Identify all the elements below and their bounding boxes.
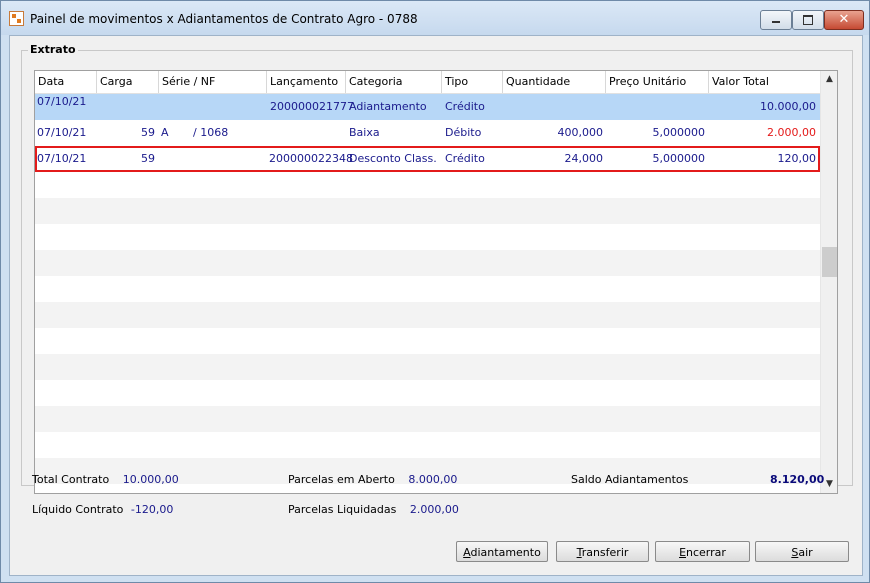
column-header-preco-unitario[interactable]: Preço Unitário	[606, 71, 709, 93]
encerrar-mnemonic: E	[679, 546, 687, 559]
cell-categoria: Desconto Class.	[349, 152, 437, 165]
grid-header: Data Carga Série / NF Lançamento Categor…	[35, 71, 820, 94]
table-row[interactable]: 07/10/21 200000021777 Adiantamento Crédi…	[35, 94, 820, 120]
dialog-body: Extrato Data Carga Série / NF Lançamento…	[9, 35, 863, 576]
total-contrato-value: 10.000,00	[122, 473, 179, 486]
cell-carga: 59	[141, 152, 155, 165]
vertical-scrollbar[interactable]: ▲ ▼	[820, 71, 837, 493]
cell-categoria: Baixa	[349, 126, 380, 139]
empty-row	[35, 432, 820, 458]
app-icon	[9, 11, 24, 26]
parcelas-liquidadas: Parcelas Liquidadas 2.000,00	[288, 503, 459, 516]
cell-valor-total: 2.000,00	[767, 126, 816, 139]
empty-row	[35, 172, 820, 198]
sair-label: air	[798, 546, 813, 559]
cell-quantidade: 24,000	[564, 152, 604, 165]
parcelas-liquidadas-value: 2.000,00	[409, 503, 459, 516]
cell-data: 07/10/21	[37, 95, 87, 108]
column-header-data[interactable]: Data	[35, 71, 97, 93]
parcelas-liquidadas-label: Parcelas Liquidadas	[288, 503, 397, 516]
maximize-icon	[803, 15, 813, 25]
window-title: Painel de movimentos x Adiantamentos de …	[30, 12, 418, 26]
minimize-button[interactable]	[760, 10, 792, 30]
maximize-button[interactable]	[792, 10, 824, 30]
column-header-lancamento[interactable]: Lançamento	[267, 71, 346, 93]
adiantamento-label: diantamento	[470, 546, 541, 559]
total-contrato-label: Total Contrato	[32, 473, 110, 486]
cell-lancamento: 200000022348	[269, 152, 353, 165]
liquido-contrato: Líquido Contrato -120,00	[32, 503, 173, 516]
cell-nf: / 1068	[193, 126, 229, 139]
empty-row	[35, 354, 820, 380]
grid-rows: 07/10/21 200000021777 Adiantamento Crédi…	[35, 94, 820, 484]
empty-row	[35, 276, 820, 302]
window: Painel de movimentos x Adiantamentos de …	[0, 0, 870, 583]
title-bar[interactable]: Painel de movimentos x Adiantamentos de …	[1, 1, 869, 35]
close-icon: ✕	[838, 12, 850, 27]
table-row[interactable]: 07/10/21 59 A / 1068 Baixa Débito 400,00…	[35, 120, 820, 146]
scroll-thumb[interactable]	[822, 247, 837, 277]
cell-tipo: Crédito	[445, 152, 485, 165]
scroll-up-icon[interactable]: ▲	[821, 71, 837, 88]
column-header-serie-nf[interactable]: Série / NF	[159, 71, 267, 93]
parcelas-aberto-label: Parcelas em Aberto	[288, 473, 395, 486]
table-row-highlighted[interactable]: 07/10/21 59 200000022348 Desconto Class.…	[35, 146, 820, 172]
close-button[interactable]: ✕	[824, 10, 864, 30]
encerrar-button[interactable]: Encerrar	[655, 541, 750, 562]
cell-quantidade: 400,000	[557, 126, 604, 139]
saldo-adiantamentos-value: 8.120,00	[770, 473, 825, 486]
column-header-valor-total[interactable]: Valor Total	[709, 71, 820, 93]
cell-preco-unitario: 5,000000	[652, 126, 706, 139]
adiantamento-button[interactable]: Adiantamento	[456, 541, 548, 562]
empty-row	[35, 328, 820, 354]
cell-data: 07/10/21	[37, 126, 87, 139]
empty-row	[35, 250, 820, 276]
transferir-button[interactable]: Transferir	[556, 541, 649, 562]
encerrar-label: ncerrar	[686, 546, 726, 559]
column-header-tipo[interactable]: Tipo	[442, 71, 503, 93]
liquido-contrato-value: -120,00	[130, 503, 174, 516]
cell-data: 07/10/21	[37, 152, 87, 165]
transferir-label: ransferir	[581, 546, 629, 559]
cell-preco-unitario: 5,000000	[652, 152, 706, 165]
cell-tipo: Crédito	[445, 100, 485, 113]
minimize-icon	[772, 21, 780, 23]
liquido-contrato-label: Líquido Contrato	[32, 503, 124, 516]
cell-valor-total: 120,00	[777, 152, 817, 165]
extrato-title: Extrato	[28, 43, 78, 56]
total-contrato: Total Contrato 10.000,00	[32, 473, 179, 486]
cell-carga: 59	[141, 126, 155, 139]
column-header-categoria[interactable]: Categoria	[346, 71, 442, 93]
cell-tipo: Débito	[445, 126, 482, 139]
parcelas-aberto-value: 8.000,00	[408, 473, 458, 486]
extrato-grid[interactable]: Data Carga Série / NF Lançamento Categor…	[34, 70, 838, 494]
column-header-quantidade[interactable]: Quantidade	[503, 71, 606, 93]
empty-row	[35, 406, 820, 432]
empty-row	[35, 224, 820, 250]
cell-valor-total: 10.000,00	[760, 100, 816, 113]
cell-lancamento: 200000021777	[270, 100, 354, 113]
saldo-adiantamentos-label: Saldo Adiantamentos	[571, 473, 689, 486]
empty-row	[35, 198, 820, 224]
empty-row	[35, 380, 820, 406]
column-header-carga[interactable]: Carga	[97, 71, 159, 93]
parcelas-aberto: Parcelas em Aberto 8.000,00	[288, 473, 457, 486]
adiantamento-mnemonic: A	[463, 546, 471, 559]
sair-button[interactable]: Sair	[755, 541, 849, 562]
empty-row	[35, 302, 820, 328]
cell-categoria: Adiantamento	[349, 100, 427, 113]
cell-serie: A	[161, 126, 169, 139]
